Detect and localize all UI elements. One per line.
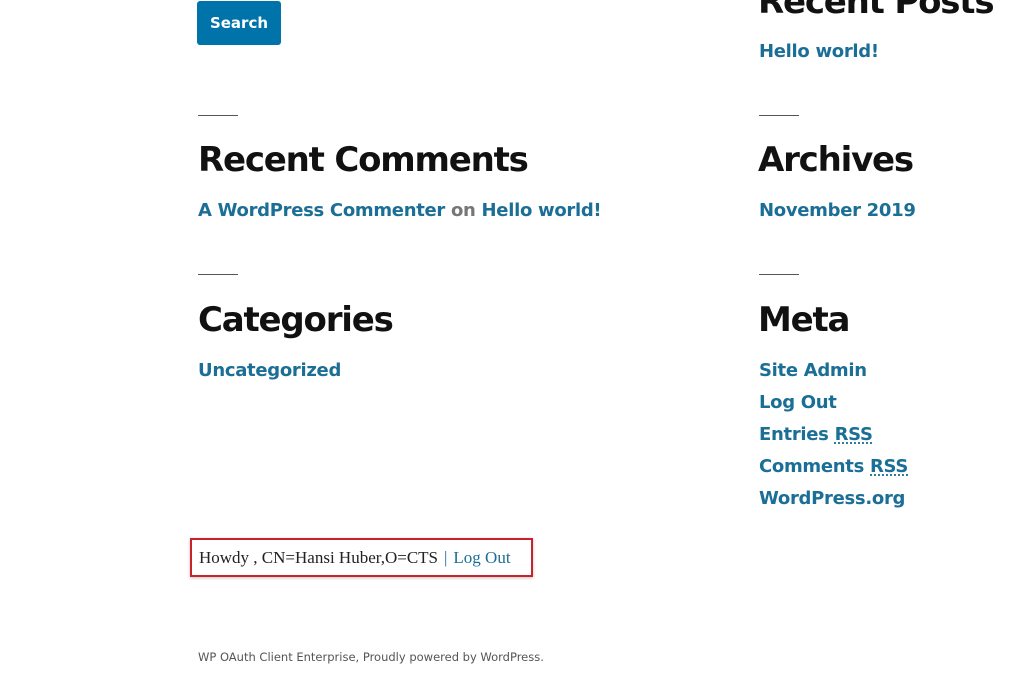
comments-rss-label: Comments	[759, 456, 865, 477]
widget-divider	[759, 274, 799, 275]
greeting-log-out-link[interactable]: Log Out	[453, 548, 510, 568]
recent-comment-item: A WordPress Commenter on Hello world!	[198, 199, 602, 223]
greeting-separator: |	[444, 547, 448, 567]
site-admin-link[interactable]: Site Admin	[759, 359, 867, 383]
site-footer-credit: WP OAuth Client Enterprise, Proudly powe…	[198, 650, 544, 664]
widget-divider	[759, 115, 799, 116]
search-button[interactable]: Search	[197, 1, 281, 45]
comment-author-link[interactable]: A WordPress Commenter	[198, 200, 445, 221]
wordpress-org-link[interactable]: WordPress.org	[759, 487, 905, 511]
meta-log-out-link[interactable]: Log Out	[759, 391, 837, 415]
widget-divider	[198, 115, 238, 116]
categories-title: Categories	[198, 300, 394, 340]
comments-rss-link[interactable]: Comments RSS	[759, 455, 908, 479]
recent-posts-title: Recent Posts	[758, 0, 995, 22]
archives-title: Archives	[758, 140, 914, 180]
entries-rss-abbr: RSS	[834, 424, 873, 445]
recent-post-link[interactable]: Hello world!	[759, 40, 879, 64]
entries-rss-label: Entries	[759, 424, 829, 445]
greeting-text: Howdy , CN=Hansi Huber,O=CTS	[199, 547, 439, 567]
user-greeting-box: Howdy , CN=Hansi Huber,O=CTS | Log Out	[190, 538, 533, 577]
archive-link[interactable]: November 2019	[759, 199, 916, 223]
widget-divider	[198, 274, 238, 275]
entries-rss-link[interactable]: Entries RSS	[759, 423, 873, 447]
comments-rss-abbr: RSS	[870, 456, 909, 477]
comment-post-link[interactable]: Hello world!	[482, 200, 602, 221]
comment-connector: on	[450, 200, 476, 221]
meta-title: Meta	[758, 300, 851, 340]
category-link[interactable]: Uncategorized	[198, 359, 341, 383]
recent-comments-title: Recent Comments	[198, 140, 529, 180]
